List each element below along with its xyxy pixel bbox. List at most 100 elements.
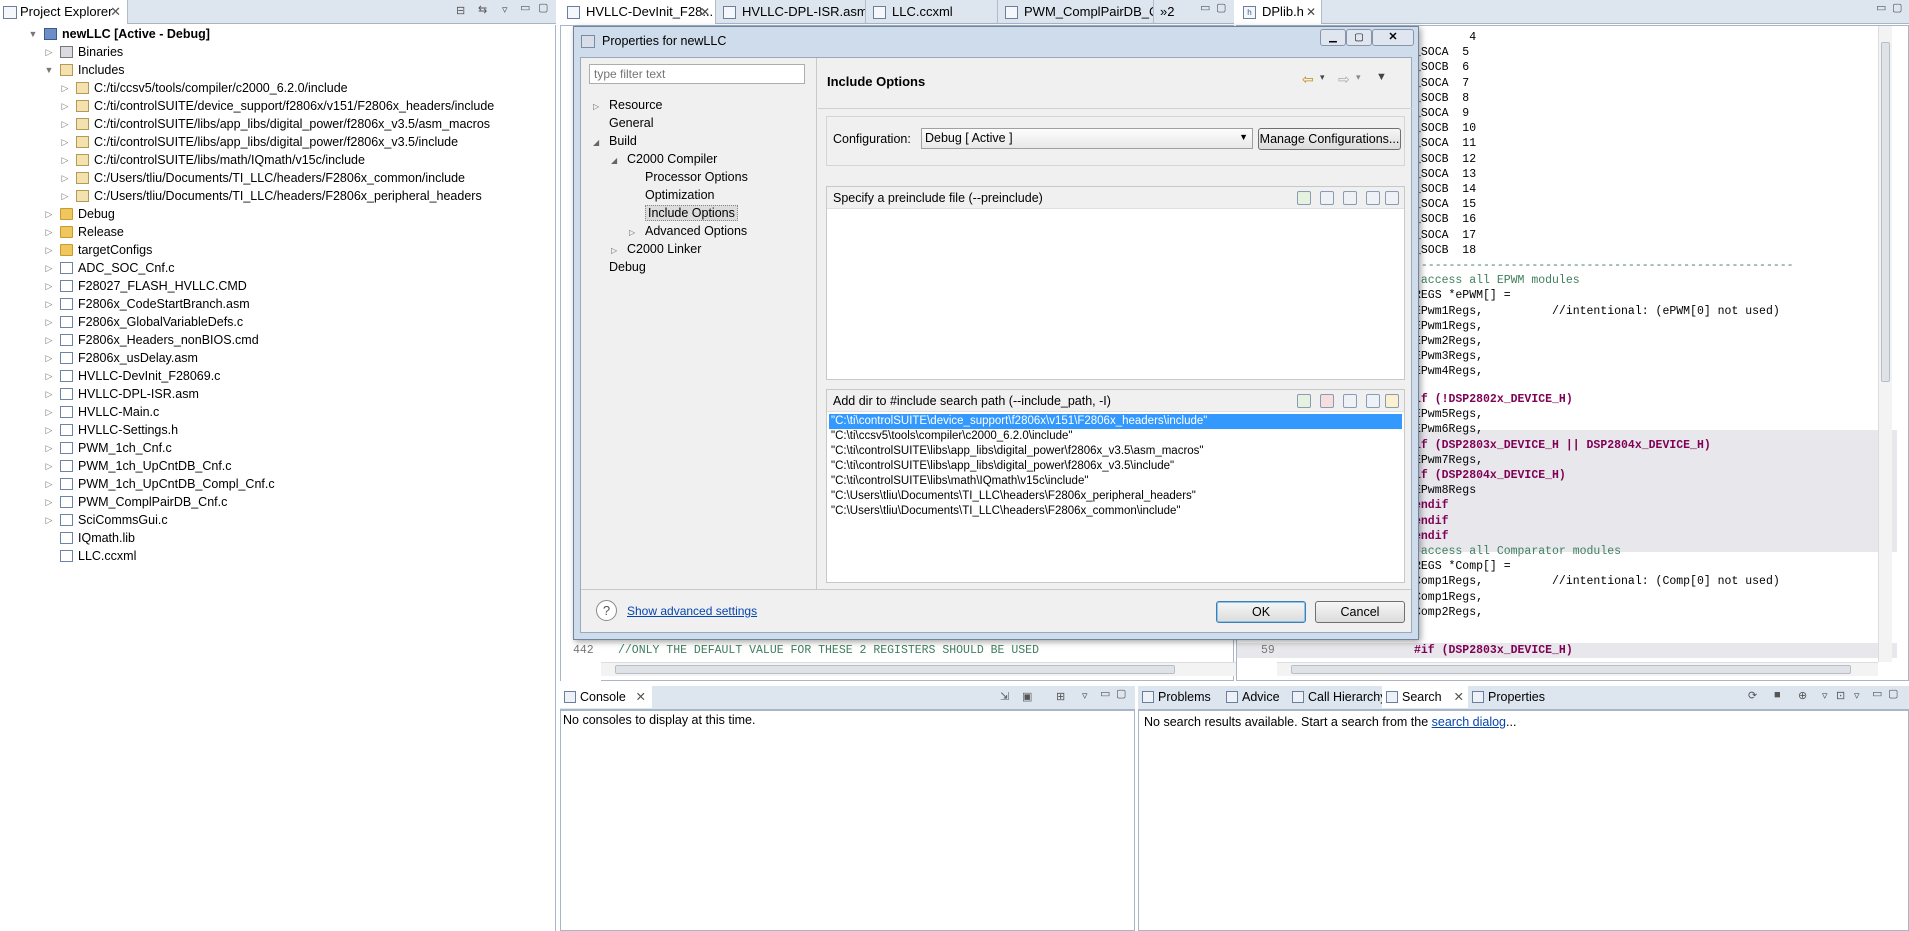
close-icon[interactable]: ✕: [700, 0, 710, 24]
maximize-icon[interactable]: ▢: [538, 1, 548, 14]
tab-project-explorer[interactable]: Project Explorer ✕: [0, 0, 128, 24]
include-path-item[interactable]: "C:\Users\tliu\Documents\TI_LLC\headers\…: [829, 489, 1196, 504]
include-path-item[interactable]: "C:\ti\controlSUITE\libs\app_libs\digita…: [829, 444, 1204, 459]
tab-search[interactable]: Search ✕: [1382, 686, 1468, 708]
tree-item[interactable]: ▷ HVLLC-DevInit_F28069.c: [0, 367, 555, 385]
nav-item[interactable]: ◢ C2000 Compiler: [611, 150, 717, 168]
nav-item[interactable]: ▷ Advanced Options: [629, 222, 747, 240]
edit-icon[interactable]: [1343, 394, 1357, 408]
move-up-icon[interactable]: [1366, 394, 1380, 408]
pin-console-icon[interactable]: ⇲: [1000, 690, 1009, 703]
collapsed-twisty-icon[interactable]: ▷: [44, 223, 54, 241]
scrollbar-thumb[interactable]: [1291, 665, 1851, 674]
collapsed-twisty-icon[interactable]: ▷: [60, 169, 70, 187]
include-path-item[interactable]: "C:\ti\ccsv5\tools\compiler\c2000_6.2.0\…: [829, 429, 1072, 444]
minimize-button[interactable]: ▁: [1320, 29, 1346, 46]
close-icon[interactable]: ✕: [1306, 0, 1316, 24]
expanded-twisty-icon[interactable]: ▼: [44, 61, 54, 79]
nav-item[interactable]: Optimization: [629, 186, 714, 204]
collapsed-twisty-icon[interactable]: ▷: [44, 457, 54, 475]
collapsed-twisty-icon[interactable]: ▷: [44, 331, 54, 349]
tab-editor-file[interactable]: LLC.ccxml: [866, 0, 998, 24]
maximize-icon[interactable]: ▢: [1116, 687, 1126, 700]
tree-item[interactable]: IQmath.lib: [0, 529, 555, 547]
back-menu-icon[interactable]: ▾: [1320, 72, 1325, 83]
include-path-item[interactable]: "C:\ti\controlSUITE\libs\math\IQmath\v15…: [829, 474, 1088, 489]
filter-input[interactable]: [589, 64, 805, 84]
tab-properties[interactable]: Properties: [1468, 686, 1545, 708]
collapsed-twisty-icon[interactable]: ▷: [44, 241, 54, 259]
include-path-item[interactable]: "C:\ti\controlSUITE\libs\app_libs\digita…: [829, 459, 1174, 474]
tree-item[interactable]: ▷ F28027_FLASH_HVLLC.CMD: [0, 277, 555, 295]
dialog-titlebar[interactable]: Properties for newLLC ▁ ▢ ✕: [574, 27, 1418, 57]
tab-problems[interactable]: Problems: [1138, 686, 1222, 708]
collapsed-twisty-icon[interactable]: ▷: [44, 349, 54, 367]
tree-item[interactable]: ▷ C:/ti/controlSUITE/libs/app_libs/digita…: [0, 115, 555, 133]
forward-icon[interactable]: ⇨: [1338, 71, 1350, 88]
expanded-twisty-icon[interactable]: ◢: [593, 134, 609, 152]
tree-item[interactable]: ▷ PWM_1ch_Cnf.c: [0, 439, 555, 457]
scrollbar-thumb[interactable]: [1881, 42, 1890, 382]
collapsed-twisty-icon[interactable]: ▷: [60, 97, 70, 115]
collapsed-twisty-icon[interactable]: ▷: [60, 151, 70, 169]
tree-item[interactable]: ▷ HVLLC-Main.c: [0, 403, 555, 421]
close-icon[interactable]: ✕: [636, 686, 646, 708]
collapsed-twisty-icon[interactable]: ▷: [44, 205, 54, 223]
collapsed-twisty-icon[interactable]: ▷: [60, 115, 70, 133]
horizontal-scrollbar[interactable]: [601, 662, 1251, 676]
ok-button[interactable]: OK: [1216, 601, 1306, 623]
add-icon[interactable]: [1297, 191, 1311, 205]
nav-item[interactable]: General: [593, 114, 653, 132]
minimize-icon[interactable]: ▭: [1876, 1, 1886, 14]
move-down-icon[interactable]: [1385, 394, 1399, 408]
tab-advice[interactable]: Advice: [1222, 686, 1288, 708]
collapsed-twisty-icon[interactable]: ▷: [60, 187, 70, 205]
collapsed-twisty-icon[interactable]: ▷: [44, 385, 54, 403]
cancel-button[interactable]: Cancel: [1315, 601, 1405, 623]
tree-item[interactable]: ▷ F2806x_Headers_nonBIOS.cmd: [0, 331, 555, 349]
tree-item[interactable]: ▷ Binaries: [0, 43, 555, 61]
close-icon[interactable]: ✕: [110, 0, 121, 24]
minimize-icon[interactable]: ▭: [1100, 687, 1110, 700]
tab-call-hierarchy[interactable]: Call Hierarchy: [1288, 686, 1387, 708]
collapsed-twisty-icon[interactable]: ▷: [44, 475, 54, 493]
minimize-icon[interactable]: ▭: [1872, 687, 1882, 700]
tree-item[interactable]: ▷ HVLLC-DPL-ISR.asm: [0, 385, 555, 403]
collapse-all-icon[interactable]: ⊟: [456, 4, 465, 17]
tree-item[interactable]: ▷ C:/ti/ccsv5/tools/compiler/c2000_6.2.0/…: [0, 79, 555, 97]
tree-item[interactable]: ▷ C:/Users/tliu/Documents/TI_LLC/headers/…: [0, 187, 555, 205]
configuration-select[interactable]: Debug [ Active ] ▼: [921, 128, 1253, 149]
tree-item[interactable]: ▷ HVLLC-Settings.h: [0, 421, 555, 439]
nav-item[interactable]: ▷ Resource: [593, 96, 663, 114]
tree-item[interactable]: ▷ PWM_1ch_UpCntDB_Compl_Cnf.c: [0, 475, 555, 493]
nav-item[interactable]: Debug: [593, 258, 646, 276]
tree-item[interactable]: ▷ F2806x_CodeStartBranch.asm: [0, 295, 555, 313]
tree-item[interactable]: ▷ targetConfigs: [0, 241, 555, 259]
nav-item[interactable]: Processor Options: [629, 168, 748, 186]
collapsed-twisty-icon[interactable]: ▷: [44, 511, 54, 529]
view-menu-icon[interactable]: ▿: [1082, 689, 1088, 702]
collapsed-twisty-icon[interactable]: ▷: [44, 259, 54, 277]
back-icon[interactable]: ⇦: [1302, 71, 1314, 88]
maximize-button[interactable]: ▢: [1346, 29, 1372, 46]
tree-item[interactable]: ▷ F2806x_GlobalVariableDefs.c: [0, 313, 555, 331]
move-down-icon[interactable]: [1385, 191, 1399, 205]
expanded-twisty-icon[interactable]: ▼: [28, 25, 38, 43]
view-menu-icon[interactable]: ▿: [502, 3, 508, 16]
search-dialog-link[interactable]: search dialog: [1432, 715, 1506, 729]
collapsed-twisty-icon[interactable]: ▷: [44, 439, 54, 457]
tree-item[interactable]: ▷ C:/Users/tliu/Documents/TI_LLC/headers/…: [0, 169, 555, 187]
show-advanced-settings-link[interactable]: Show advanced settings: [627, 604, 757, 618]
tree-item[interactable]: ▷ F2806x_usDelay.asm: [0, 349, 555, 367]
include-path-item[interactable]: "C:\Users\tliu\Documents\TI_LLC\headers\…: [829, 504, 1181, 519]
delete-icon[interactable]: [1320, 191, 1334, 205]
edit-icon[interactable]: [1343, 191, 1357, 205]
tree-item[interactable]: ▷ SciCommsGui.c: [0, 511, 555, 529]
collapsed-twisty-icon[interactable]: ▷: [60, 79, 70, 97]
vertical-scrollbar[interactable]: [1878, 26, 1892, 662]
collapsed-twisty-icon[interactable]: ▷: [44, 421, 54, 439]
history-icon[interactable]: ⊕: [1798, 689, 1807, 702]
delete-icon[interactable]: [1320, 394, 1334, 408]
collapsed-twisty-icon[interactable]: ▷: [44, 403, 54, 421]
collapsed-twisty-icon[interactable]: ▷: [44, 313, 54, 331]
